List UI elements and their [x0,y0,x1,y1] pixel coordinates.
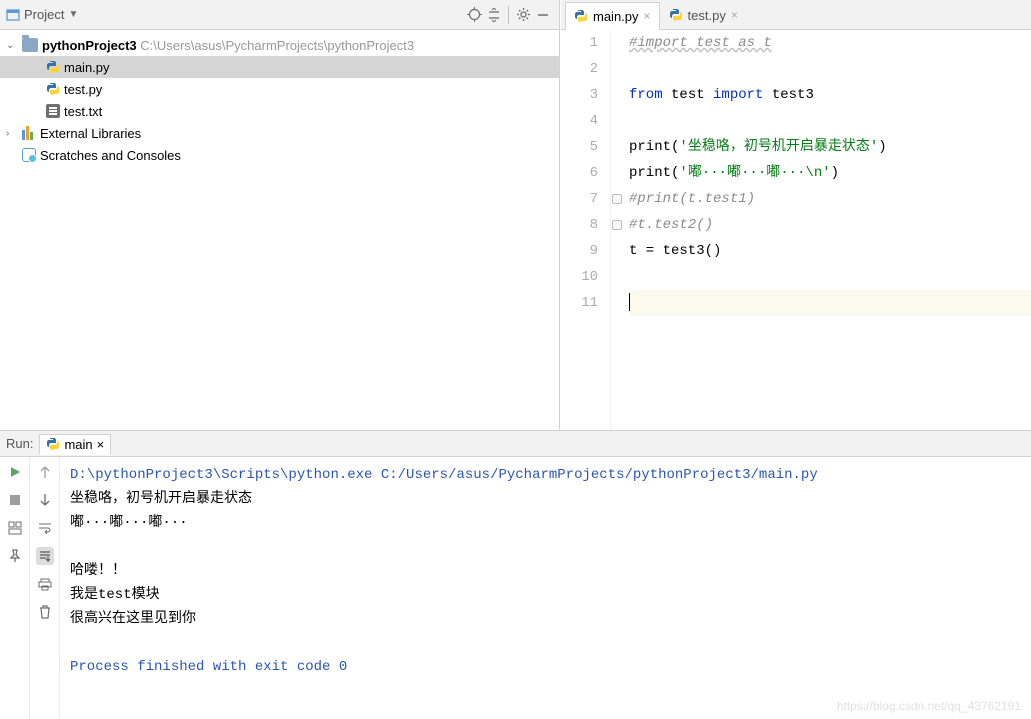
run-toolbar-right [30,457,60,719]
close-icon[interactable]: × [97,437,105,452]
python-icon [46,60,60,74]
close-icon[interactable]: × [644,9,651,23]
tree-root[interactable]: ⌄ pythonProject3 C:\Users\asus\PycharmPr… [0,34,559,56]
chevron-down-icon: ⌄ [6,40,18,51]
code-area[interactable]: #import test as t from test import test3… [625,30,1031,430]
watermark: https://blog.csdn.net/qq_43762191 [837,699,1021,713]
project-dropdown[interactable]: Project ▼ [6,7,80,22]
trash-icon[interactable] [36,603,54,621]
window-icon [6,8,20,22]
close-icon[interactable]: × [731,8,738,22]
chevron-down-icon: ▼ [68,9,80,20]
tab-label: test.py [688,8,726,23]
run-label: Run: [6,436,33,451]
tree-root-label: pythonProject3 C:\Users\asus\PycharmProj… [42,38,414,53]
editor-tab[interactable]: test.py × [660,1,747,29]
python-icon [669,8,683,22]
tree-file[interactable]: test.txt [0,100,559,122]
hide-icon[interactable] [533,5,553,25]
line-gutter: 1234567891011 [561,30,611,430]
run-tab-name: main [64,437,92,452]
file-name: main.py [64,60,110,75]
libraries-icon [22,126,36,140]
scratches-icon [22,148,36,162]
layout-icon[interactable] [6,519,24,537]
file-name: test.py [64,82,102,97]
editor-tabs: main.py × test.py × [561,0,1031,30]
run-toolbar-left [0,457,30,719]
up-icon[interactable] [36,463,54,481]
text-file-icon [46,104,60,118]
editor-tab[interactable]: main.py × [565,2,660,30]
external-libraries[interactable]: › External Libraries [0,122,559,144]
scratches-label: Scratches and Consoles [40,148,181,163]
editor[interactable]: 1234567891011 #import test as t from tes… [561,30,1031,430]
gutter-marks [611,30,625,430]
stop-button[interactable] [6,491,24,509]
run-panel: Run: main × D:\pythonProject3\Scripts\py… [0,430,1031,719]
chevron-right-icon: › [6,128,18,139]
project-title: Project [24,7,64,22]
file-name: test.txt [64,104,102,119]
expand-icon[interactable] [484,5,504,25]
tree-file[interactable]: main.py [0,56,559,78]
scroll-icon[interactable] [36,547,54,565]
print-icon[interactable] [36,575,54,593]
wrap-icon[interactable] [36,519,54,537]
pin-icon[interactable] [6,547,24,565]
tab-label: main.py [593,9,639,24]
python-icon [46,437,60,451]
run-header: Run: main × [0,431,1031,457]
tree-file[interactable]: test.py [0,78,559,100]
python-icon [46,82,60,96]
scratches-consoles[interactable]: › Scratches and Consoles [0,144,559,166]
editor-panel: main.py × test.py × 1234567891011 #import t… [560,0,1031,430]
project-panel: Project ▼ ⌄ pythonProject3 C:\Users\asus… [0,0,560,430]
project-tree[interactable]: ⌄ pythonProject3 C:\Users\asus\PycharmPr… [0,30,559,430]
target-icon[interactable] [464,5,484,25]
external-libs-label: External Libraries [40,126,141,141]
folder-icon [22,38,38,52]
gear-icon[interactable] [513,5,533,25]
run-button[interactable] [6,463,24,481]
down-icon[interactable] [36,491,54,509]
console-output[interactable]: D:\pythonProject3\Scripts\python.exe C:/… [60,457,1031,719]
project-header: Project ▼ [0,0,559,30]
python-icon [574,9,588,23]
run-tab[interactable]: main × [39,434,111,455]
